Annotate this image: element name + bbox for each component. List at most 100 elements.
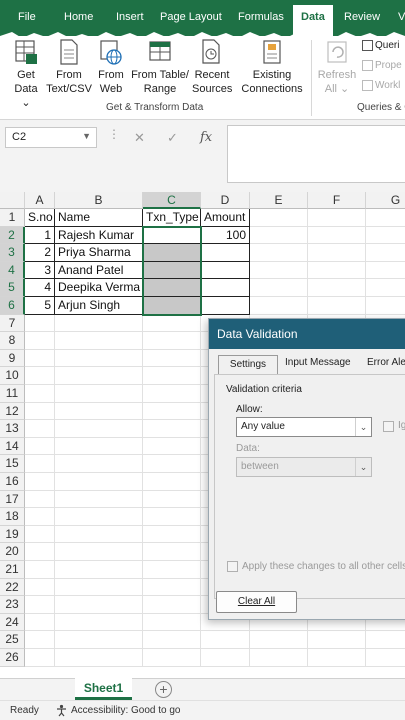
empty-cell[interactable] — [143, 473, 201, 491]
empty-cell[interactable] — [308, 226, 366, 245]
empty-cell[interactable] — [55, 649, 143, 667]
empty-cell[interactable] — [366, 631, 405, 649]
empty-cell[interactable] — [55, 561, 143, 579]
queries-connections-button[interactable]: Queri — [362, 40, 399, 51]
empty-cell[interactable] — [25, 473, 55, 491]
empty-cell[interactable] — [250, 631, 308, 649]
recent-sources-button[interactable]: Recent Sources — [192, 38, 232, 96]
tab-review[interactable]: Review — [344, 11, 380, 23]
empty-cell[interactable] — [55, 596, 143, 614]
row-header-15[interactable]: 15 — [0, 455, 25, 473]
cell-d6[interactable] — [201, 297, 250, 315]
empty-cell[interactable] — [143, 649, 201, 667]
empty-cell[interactable] — [55, 455, 143, 473]
row-header-5[interactable]: 5 — [0, 279, 25, 297]
column-header-b[interactable]: B — [55, 192, 143, 209]
column-header-f[interactable]: F — [308, 192, 366, 209]
empty-cell[interactable] — [25, 490, 55, 509]
empty-cell[interactable] — [143, 367, 201, 385]
empty-cell[interactable] — [25, 578, 55, 597]
cell-d2[interactable]: 100 — [201, 226, 250, 245]
empty-cell[interactable] — [308, 297, 366, 315]
column-header-a[interactable]: A — [25, 192, 55, 209]
row-header-1[interactable]: 1 — [0, 209, 25, 227]
existing-connections-button[interactable]: Existing Connections — [239, 38, 305, 96]
row-header-2[interactable]: 2 — [0, 226, 25, 245]
tab-home[interactable]: Home — [64, 11, 93, 23]
cell-a2[interactable]: 1 — [25, 226, 55, 245]
empty-cell[interactable] — [250, 261, 308, 280]
cell-c2[interactable] — [143, 226, 201, 245]
empty-cell[interactable] — [308, 631, 366, 649]
empty-cell[interactable] — [143, 332, 201, 350]
empty-cell[interactable] — [25, 437, 55, 456]
empty-cell[interactable] — [308, 209, 366, 227]
empty-cell[interactable] — [143, 631, 201, 649]
empty-cell[interactable] — [25, 508, 55, 526]
row-header-24[interactable]: 24 — [0, 613, 25, 632]
row-header-7[interactable]: 7 — [0, 314, 25, 333]
empty-cell[interactable] — [143, 508, 201, 526]
row-header-3[interactable]: 3 — [0, 244, 25, 262]
row-header-12[interactable]: 12 — [0, 402, 25, 421]
empty-cell[interactable] — [55, 437, 143, 456]
tab-page-layout[interactable]: Page Layout — [160, 11, 222, 23]
row-header-10[interactable]: 10 — [0, 367, 25, 385]
empty-cell[interactable] — [366, 279, 405, 297]
formula-input[interactable] — [227, 125, 405, 183]
empty-cell[interactable] — [55, 613, 143, 632]
from-web-button[interactable]: From Web — [95, 38, 127, 96]
cell-d3[interactable] — [201, 244, 250, 262]
row-header-25[interactable]: 25 — [0, 631, 25, 649]
empty-cell[interactable] — [201, 649, 250, 667]
enter-icon[interactable]: ✓ — [167, 130, 178, 146]
empty-cell[interactable] — [25, 631, 55, 649]
empty-cell[interactable] — [25, 349, 55, 368]
sheet-tab-sheet1[interactable]: Sheet1 — [75, 678, 132, 700]
empty-cell[interactable] — [143, 314, 201, 333]
column-header-e[interactable]: E — [250, 192, 308, 209]
tab-insert[interactable]: Insert — [116, 11, 144, 23]
tab-settings[interactable]: Settings — [218, 355, 278, 375]
empty-cell[interactable] — [201, 631, 250, 649]
allow-select[interactable]: Any value ⌄ — [236, 417, 372, 437]
empty-cell[interactable] — [366, 244, 405, 262]
empty-cell[interactable] — [366, 649, 405, 667]
row-header-20[interactable]: 20 — [0, 543, 25, 561]
column-header-c[interactable]: C — [143, 192, 201, 209]
empty-cell[interactable] — [143, 349, 201, 368]
empty-cell[interactable] — [55, 349, 143, 368]
empty-cell[interactable] — [143, 437, 201, 456]
row-header-14[interactable]: 14 — [0, 437, 25, 456]
empty-cell[interactable] — [25, 367, 55, 385]
empty-cell[interactable] — [55, 332, 143, 350]
empty-cell[interactable] — [55, 578, 143, 597]
row-header-8[interactable]: 8 — [0, 332, 25, 350]
data-select[interactable]: between ⌄ — [236, 457, 372, 477]
from-text-csv-button[interactable]: From Text/CSV — [46, 38, 92, 96]
empty-cell[interactable] — [308, 261, 366, 280]
apply-all-checkbox[interactable] — [227, 561, 238, 572]
empty-cell[interactable] — [250, 297, 308, 315]
empty-cell[interactable] — [55, 402, 143, 421]
empty-cell[interactable] — [143, 455, 201, 473]
empty-cell[interactable] — [250, 226, 308, 245]
empty-cell[interactable] — [366, 262, 405, 280]
empty-cell[interactable] — [250, 244, 308, 262]
empty-cell[interactable] — [55, 420, 143, 438]
empty-cell[interactable] — [25, 543, 55, 561]
empty-cell[interactable] — [55, 314, 143, 333]
empty-cell[interactable] — [308, 244, 366, 262]
row-header-6[interactable]: 6 — [0, 297, 25, 315]
empty-cell[interactable] — [143, 490, 201, 509]
empty-cell[interactable] — [25, 332, 55, 350]
empty-cell[interactable] — [25, 420, 55, 438]
ignore-blank-checkbox[interactable] — [383, 421, 394, 432]
clear-all-button[interactable]: Clear All — [216, 591, 297, 613]
cell-c1[interactable]: Txn_Type — [143, 209, 201, 227]
refresh-all-button[interactable]: Refresh All ⌄ — [316, 38, 358, 96]
cell-c4[interactable] — [143, 261, 201, 280]
cell-d1[interactable]: Amount — [201, 209, 250, 227]
cell-a5[interactable]: 4 — [25, 279, 55, 297]
tab-input-message[interactable]: Input Message — [285, 357, 351, 368]
